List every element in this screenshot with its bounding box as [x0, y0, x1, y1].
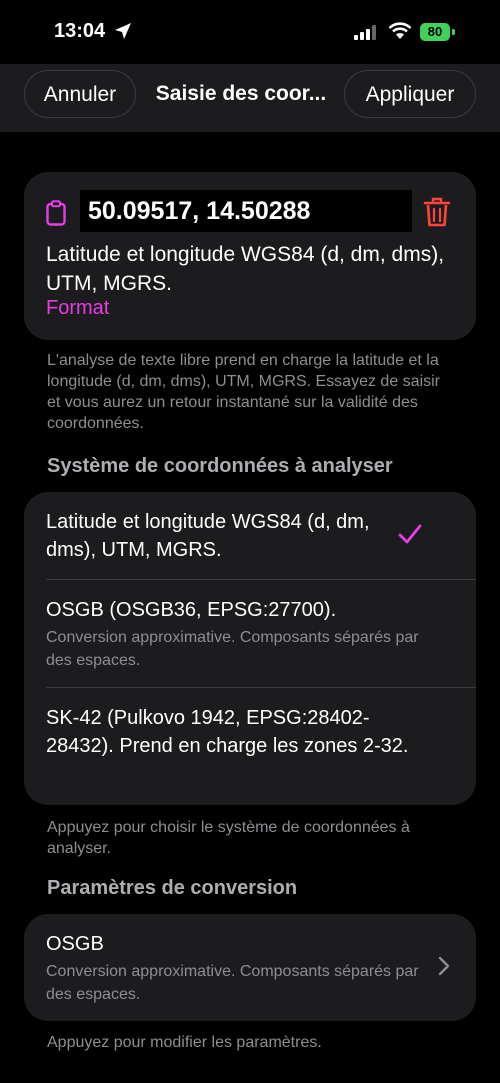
chevron-right-icon	[438, 956, 450, 976]
checkmark-icon	[398, 524, 422, 544]
coordinate-input-card: Latitude et longitude WGS84 (d, dm, dms)…	[24, 172, 476, 340]
system-row-title: OSGB (OSGB36, EPSG:27700).	[46, 599, 337, 621]
location-arrow-icon	[115, 23, 131, 39]
status-bar: 13:04 80	[0, 0, 500, 64]
systems-section-header: Système de coordonnées à analyser	[47, 455, 393, 477]
signal-icon	[354, 25, 376, 40]
battery-indicator: 80	[420, 23, 450, 41]
coordinate-input[interactable]	[80, 190, 412, 232]
clipboard-icon[interactable]	[46, 200, 66, 226]
battery-tip	[452, 29, 455, 35]
conversion-footer-text: Appuyez pour modifier les paramètres.	[47, 1034, 322, 1051]
apply-button[interactable]: Appliquer	[344, 70, 476, 118]
systems-footer-text: Appuyez pour choisir le système de coord…	[47, 819, 410, 857]
conversion-title: OSGB	[46, 933, 104, 955]
system-row-subtitle: Conversion approximative. Composants sép…	[46, 629, 419, 669]
page-title: Saisie des coor...	[155, 82, 327, 105]
system-row-title: SK-42 (Pulkovo 1942, EPSG:28402-28432). …	[46, 707, 409, 757]
system-row-sk42[interactable]: SK-42 (Pulkovo 1942, EPSG:28402-28432). …	[24, 688, 476, 805]
status-time: 13:04	[54, 20, 106, 42]
system-row-osgb[interactable]: OSGB (OSGB36, EPSG:27700). Conversion ap…	[24, 580, 476, 688]
system-row-title: Latitude et longitude WGS84 (d, dm, dms)…	[46, 511, 370, 561]
conversion-settings-row[interactable]: OSGB Conversion approximative. Composant…	[24, 914, 476, 1021]
conversion-section-header: Paramètres de conversion	[47, 877, 298, 899]
input-footer-text: L'analyse de texte libre prend en charge…	[47, 352, 440, 432]
wifi-icon	[388, 22, 412, 39]
nav-bar: Annuler Saisie des coor... Appliquer	[0, 64, 500, 132]
cancel-button[interactable]: Annuler	[24, 70, 136, 118]
format-link[interactable]: Format	[46, 297, 109, 320]
format-description: Latitude et longitude WGS84 (d, dm, dms)…	[46, 243, 445, 295]
trash-icon[interactable]	[422, 196, 452, 228]
conversion-subtitle: Conversion approximative. Composants sép…	[46, 963, 419, 1003]
